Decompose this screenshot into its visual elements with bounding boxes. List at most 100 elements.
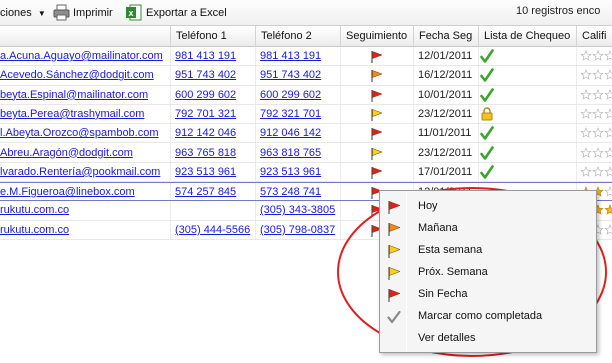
rating-stars[interactable] (580, 69, 612, 81)
telefono-1-link[interactable]: 600 299 602 (175, 86, 253, 105)
fecha-seguimiento: 12/01/2011 (418, 50, 473, 62)
red-flag-icon (388, 201, 401, 214)
table-row[interactable]: a.Acuna.Aguayo@mailinator.com 981 413 191… (0, 47, 612, 67)
telefono-1-link[interactable]: 912 142 046 (175, 124, 253, 143)
fecha-seguimiento: 17/01/2011 (418, 165, 473, 178)
menu-item-label: Marcar como completada (418, 310, 543, 322)
telefono-2-link[interactable]: 792 321 701 (260, 105, 338, 124)
checkmark-icon (480, 145, 494, 160)
telefono-1-link[interactable]: (305) 444-5566 (175, 221, 253, 240)
header-lista-chequeo[interactable]: Lista de Chequeo (478, 26, 576, 47)
yellow-flag-icon (388, 267, 401, 280)
telefono-2-link[interactable]: 951 743 402 (260, 66, 338, 85)
email-link[interactable]: lvarado.Rentería@pookmail.com (0, 163, 168, 182)
telefono-1-link[interactable]: 981 413 191 (175, 47, 253, 66)
red-flag-icon (388, 289, 401, 302)
menu-item-label: Sin Fecha (418, 288, 468, 300)
seguimiento-context-menu: Hoy Mañana Esta semana Próx. Semana Sin Fech… (379, 190, 597, 353)
table-row[interactable]: Acevedo.Sánchez@dodgit.com 951 743 402 951… (0, 66, 612, 86)
toolbar: ciones ▼ Imprimir x Exportar a Excel 10 … (0, 0, 612, 26)
acciones-label: ciones (0, 7, 32, 19)
menu-item-mañana[interactable]: Mañana (382, 218, 594, 240)
menu-item-marcar-como-completada[interactable]: Marcar como completada (382, 306, 594, 328)
rating-stars[interactable] (580, 88, 612, 101)
red-flag-icon (371, 128, 383, 141)
yellow-flag-icon (371, 147, 383, 160)
chevron-down-icon: ▼ (37, 9, 46, 18)
grid-header: Teléfono 1 Teléfono 2 Seguimiento Fecha … (0, 26, 612, 47)
checkmark-icon (480, 126, 494, 140)
menu-item-sin-fecha[interactable]: Sin Fecha (382, 284, 594, 306)
exportar-excel-button[interactable]: Exportar a Excel (146, 5, 227, 21)
rating-stars[interactable] (580, 107, 612, 120)
email-link[interactable]: Abreu.Aragón@dodgit.com (0, 144, 168, 163)
rating-stars[interactable] (580, 50, 612, 62)
header-fecha-seg[interactable]: Fecha Seg (413, 26, 478, 47)
email-link[interactable]: a.Acuna.Aguayo@mailinator.com (0, 47, 168, 66)
telefono-2-link[interactable]: 912 046 142 (260, 124, 338, 143)
lock-icon (481, 107, 493, 121)
rating-stars[interactable] (580, 146, 612, 159)
header-calificacion[interactable]: Califi (576, 26, 612, 47)
email-link[interactable]: rukutu.com.co (0, 201, 168, 220)
checkmark-icon (480, 68, 494, 83)
checkmark-icon (480, 87, 494, 102)
printer-icon (53, 4, 70, 21)
table-row[interactable]: l.Abeyta.Orozco@spambob.com 912 142 046 91… (0, 124, 612, 144)
yellow-flag-icon (388, 245, 401, 258)
email-link[interactable]: beyta.Espinal@mailinator.com (0, 86, 168, 105)
fecha-seguimiento: 23/12/2011 (418, 107, 473, 120)
menu-item-próx-semana[interactable]: Próx. Semana (382, 262, 594, 284)
menu-item-label: Mañana (418, 222, 458, 234)
email-link[interactable]: l.Abeyta.Orozco@spambob.com (0, 124, 168, 143)
email-link[interactable]: e.M.Figueroa@linebox.com (0, 183, 168, 202)
telefono-2-link[interactable]: (305) 343-3805 (260, 201, 338, 220)
registros-count: 10 registros enco (516, 5, 601, 17)
table-row[interactable]: beyta.Perea@trashymail.com 792 701 321 792… (0, 105, 612, 125)
table-row[interactable]: beyta.Espinal@mailinator.com 600 299 602 6… (0, 86, 612, 105)
telefono-2-link[interactable]: 600 299 602 (260, 86, 338, 105)
telefono-2-link[interactable]: 923 513 961 (260, 163, 338, 182)
fecha-seguimiento: 16/12/2011 (418, 69, 473, 82)
table-row[interactable]: Abreu.Aragón@dodgit.com 963 765 818 963 81… (0, 144, 612, 163)
menu-item-esta-semana[interactable]: Esta semana (382, 240, 594, 262)
excel-icon: x (126, 4, 142, 21)
telefono-1-link[interactable]: 951 743 402 (175, 66, 253, 85)
yellow-flag-icon (371, 108, 383, 121)
telefono-2-link[interactable]: 963 818 765 (260, 144, 338, 163)
orange-flag-icon (388, 223, 401, 236)
rating-stars[interactable] (580, 127, 612, 139)
svg-text:x: x (128, 8, 133, 18)
header-telefono-2[interactable]: Teléfono 2 (255, 26, 340, 47)
fecha-seguimiento: 23/12/2011 (418, 146, 473, 159)
red-flag-icon (371, 51, 383, 63)
rating-stars[interactable] (580, 165, 612, 178)
email-link[interactable]: Acevedo.Sánchez@dodgit.com (0, 66, 168, 85)
email-link[interactable]: beyta.Perea@trashymail.com (0, 105, 168, 124)
acciones-menu[interactable]: ciones ▼ (0, 5, 46, 21)
menu-item-label: Hoy (418, 200, 438, 212)
header-telefono-1[interactable]: Teléfono 1 (170, 26, 255, 47)
telefono-2-link[interactable]: (305) 798-0837 (260, 221, 338, 240)
telefono-1-link[interactable]: 574 257 845 (175, 183, 253, 202)
imprimir-button[interactable]: Imprimir (73, 5, 113, 21)
email-link[interactable]: rukutu.com.co (0, 221, 168, 240)
menu-item-label: Esta semana (418, 244, 483, 256)
header-seguimiento[interactable]: Seguimiento (340, 26, 413, 47)
table-row[interactable]: lvarado.Rentería@pookmail.com 923 513 961… (0, 163, 612, 183)
checkmark-icon (480, 49, 494, 63)
orange-flag-icon (371, 70, 383, 83)
telefono-1-link[interactable]: 792 701 321 (175, 105, 253, 124)
red-flag-icon (371, 89, 383, 102)
checkmark-icon (480, 164, 494, 179)
menu-item-ver-detalles[interactable]: Ver detalles (382, 328, 594, 350)
menu-item-hoy[interactable]: Hoy (382, 196, 594, 218)
telefono-2-link[interactable]: 981 413 191 (260, 47, 338, 66)
telefono-1-link[interactable] (175, 201, 253, 220)
fecha-seguimiento: 10/01/2011 (418, 88, 473, 101)
telefono-1-link[interactable]: 963 765 818 (175, 144, 253, 163)
telefono-1-link[interactable]: 923 513 961 (175, 163, 253, 182)
telefono-2-link[interactable]: 573 248 741 (260, 183, 338, 202)
menu-item-label: Ver detalles (418, 332, 476, 344)
checkmark-icon (387, 310, 401, 324)
